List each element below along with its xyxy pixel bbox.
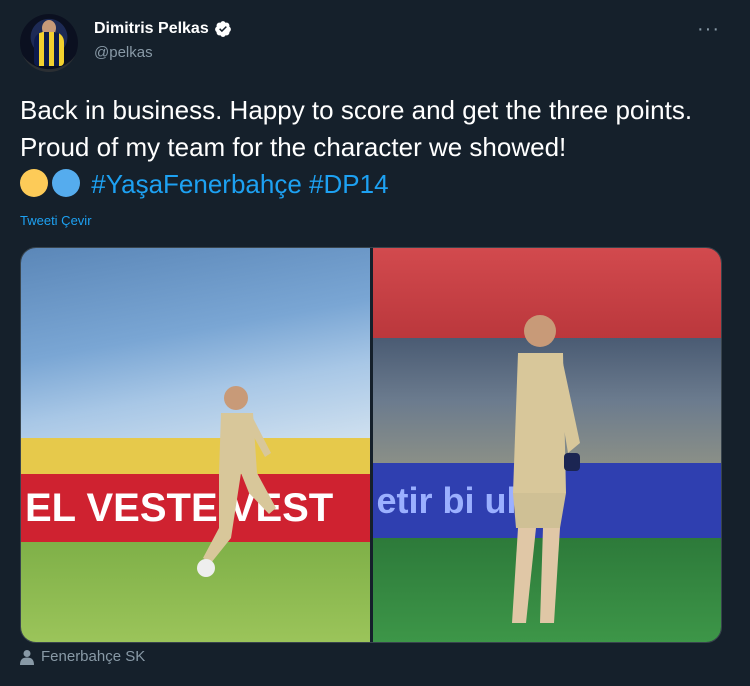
author-handle[interactable]: @pelkas	[94, 44, 153, 61]
hashtag-yasafenerbahce[interactable]: #YaşaFenerbahçe	[91, 169, 302, 199]
avatar-jersey	[34, 32, 64, 66]
media-grid: EL VESTE VEST etir bi ulut	[20, 247, 722, 643]
player-celebrating-figure	[511, 315, 580, 623]
person-icon	[20, 649, 34, 665]
avatar[interactable]	[20, 14, 78, 72]
more-options-icon[interactable]: ···	[697, 18, 720, 41]
verified-badge-icon	[214, 21, 231, 37]
hashtag-dp14[interactable]: #DP14	[309, 169, 389, 199]
location-label[interactable]: Fenerbahçe SK	[41, 648, 145, 665]
tweet-card: Dimitris Pelkas @pelkas ··· Back in busi…	[0, 0, 750, 686]
location-row[interactable]: Fenerbahçe SK	[20, 648, 145, 665]
tweet-photo-2[interactable]: etir bi ulut	[372, 248, 721, 642]
author-name-row[interactable]: Dimitris Pelkas	[94, 20, 232, 38]
tweet-text: Back in business. Happy to score and get…	[20, 92, 720, 203]
translate-tweet-link[interactable]: Tweeti Çevir	[20, 213, 92, 228]
player-kicking-figure	[197, 386, 276, 577]
yellow-circle-emoji	[20, 169, 48, 197]
author-name[interactable]: Dimitris Pelkas	[94, 20, 209, 38]
tweet-body: Back in business. Happy to score and get…	[20, 95, 693, 162]
tweet-photo-1[interactable]: EL VESTE VEST	[21, 248, 370, 642]
blue-circle-emoji	[52, 169, 80, 197]
